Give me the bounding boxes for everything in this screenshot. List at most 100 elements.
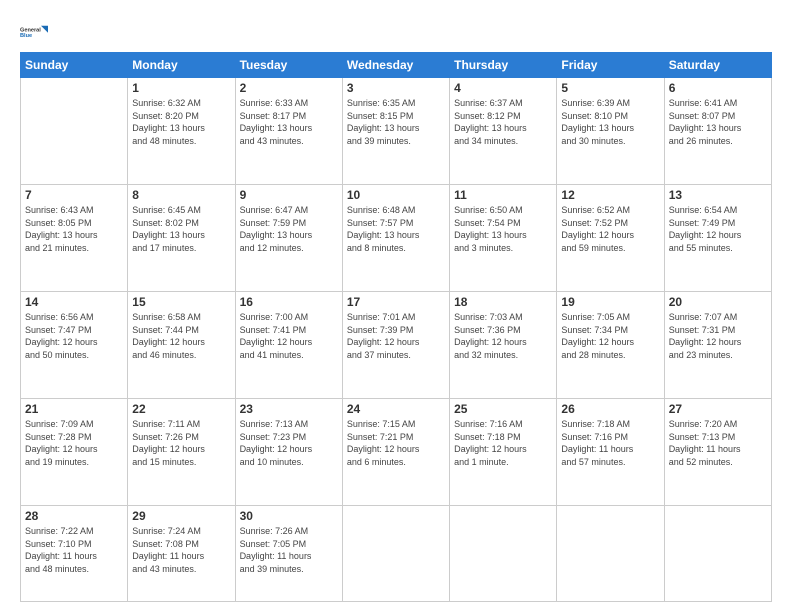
calendar-cell: 8 Sunrise: 6:45 AMSunset: 8:02 PMDaylight… bbox=[128, 185, 235, 292]
day-number: 16 bbox=[240, 295, 338, 309]
day-info: Sunrise: 7:18 AMSunset: 7:16 PMDaylight:… bbox=[561, 418, 659, 468]
week-row-4: 21 Sunrise: 7:09 AMSunset: 7:28 PMDayligh… bbox=[21, 399, 772, 506]
day-number: 3 bbox=[347, 81, 445, 95]
calendar-cell: 6 Sunrise: 6:41 AMSunset: 8:07 PMDaylight… bbox=[664, 78, 771, 185]
calendar-cell: 27 Sunrise: 7:20 AMSunset: 7:13 PMDayligh… bbox=[664, 399, 771, 506]
calendar-cell: 23 Sunrise: 7:13 AMSunset: 7:23 PMDayligh… bbox=[235, 399, 342, 506]
day-number: 24 bbox=[347, 402, 445, 416]
calendar-cell: 1 Sunrise: 6:32 AMSunset: 8:20 PMDaylight… bbox=[128, 78, 235, 185]
calendar-cell: 15 Sunrise: 6:58 AMSunset: 7:44 PMDayligh… bbox=[128, 292, 235, 399]
calendar-cell bbox=[342, 506, 449, 602]
day-number: 10 bbox=[347, 188, 445, 202]
day-number: 17 bbox=[347, 295, 445, 309]
calendar-cell: 30Sunrise: 7:26 AMSunset: 7:05 PMDayligh… bbox=[235, 506, 342, 602]
calendar-cell: 14 Sunrise: 6:56 AMSunset: 7:47 PMDayligh… bbox=[21, 292, 128, 399]
week-row-5: 28 Sunrise: 7:22 AMSunset: 7:10 PMDayligh… bbox=[21, 506, 772, 602]
calendar-cell: 12Sunrise: 6:52 AMSunset: 7:52 PMDayligh… bbox=[557, 185, 664, 292]
day-info: Sunrise: 7:09 AMSunset: 7:28 PMDaylight:… bbox=[25, 418, 123, 468]
day-info: Sunrise: 7:24 AMSunset: 7:08 PMDaylight:… bbox=[132, 525, 230, 575]
calendar-cell: 10 Sunrise: 6:48 AMSunset: 7:57 PMDayligh… bbox=[342, 185, 449, 292]
calendar-cell: 28 Sunrise: 7:22 AMSunset: 7:10 PMDayligh… bbox=[21, 506, 128, 602]
day-info: Sunrise: 7:00 AMSunset: 7:41 PMDaylight:… bbox=[240, 311, 338, 361]
day-number: 25 bbox=[454, 402, 552, 416]
calendar-cell: 2Sunrise: 6:33 AMSunset: 8:17 PMDaylight… bbox=[235, 78, 342, 185]
svg-text:General: General bbox=[20, 27, 41, 33]
header: GeneralBlue bbox=[20, 18, 772, 46]
calendar-cell: 26 Sunrise: 7:18 AMSunset: 7:16 PMDayligh… bbox=[557, 399, 664, 506]
day-info: Sunrise: 6:56 AMSunset: 7:47 PMDaylight:… bbox=[25, 311, 123, 361]
day-number: 11 bbox=[454, 188, 552, 202]
day-number: 15 bbox=[132, 295, 230, 309]
day-number: 4 bbox=[454, 81, 552, 95]
calendar-cell: 24Sunrise: 7:15 AMSunset: 7:21 PMDayligh… bbox=[342, 399, 449, 506]
day-number: 5 bbox=[561, 81, 659, 95]
calendar-cell: 29 Sunrise: 7:24 AMSunset: 7:08 PMDayligh… bbox=[128, 506, 235, 602]
day-info: Sunrise: 7:13 AMSunset: 7:23 PMDaylight:… bbox=[240, 418, 338, 468]
calendar-cell: 11Sunrise: 6:50 AMSunset: 7:54 PMDayligh… bbox=[450, 185, 557, 292]
header-tuesday: Tuesday bbox=[235, 53, 342, 78]
calendar-cell: 17 Sunrise: 7:01 AMSunset: 7:39 PMDayligh… bbox=[342, 292, 449, 399]
day-number: 8 bbox=[132, 188, 230, 202]
day-info: Sunrise: 6:48 AMSunset: 7:57 PMDaylight:… bbox=[347, 204, 445, 254]
day-number: 6 bbox=[669, 81, 767, 95]
calendar-cell: 19Sunrise: 7:05 AMSunset: 7:34 PMDayligh… bbox=[557, 292, 664, 399]
day-number: 13 bbox=[669, 188, 767, 202]
week-row-2: 7 Sunrise: 6:43 AMSunset: 8:05 PMDaylight… bbox=[21, 185, 772, 292]
day-info: Sunrise: 7:20 AMSunset: 7:13 PMDaylight:… bbox=[669, 418, 767, 468]
calendar-cell: 20 Sunrise: 7:07 AMSunset: 7:31 PMDayligh… bbox=[664, 292, 771, 399]
day-number: 7 bbox=[25, 188, 123, 202]
week-row-3: 14 Sunrise: 6:56 AMSunset: 7:47 PMDayligh… bbox=[21, 292, 772, 399]
day-number: 29 bbox=[132, 509, 230, 523]
day-info: Sunrise: 7:01 AMSunset: 7:39 PMDaylight:… bbox=[347, 311, 445, 361]
day-info: Sunrise: 6:39 AMSunset: 8:10 PMDaylight:… bbox=[561, 97, 659, 147]
logo-icon: GeneralBlue bbox=[20, 18, 48, 46]
day-number: 21 bbox=[25, 402, 123, 416]
header-sunday: Sunday bbox=[21, 53, 128, 78]
logo: GeneralBlue bbox=[20, 18, 48, 46]
day-info: Sunrise: 7:26 AMSunset: 7:05 PMDaylight:… bbox=[240, 525, 338, 575]
day-number: 20 bbox=[669, 295, 767, 309]
calendar-cell: 5 Sunrise: 6:39 AMSunset: 8:10 PMDaylight… bbox=[557, 78, 664, 185]
day-number: 28 bbox=[25, 509, 123, 523]
day-info: Sunrise: 6:33 AMSunset: 8:17 PMDaylight:… bbox=[240, 97, 338, 147]
svg-text:Blue: Blue bbox=[20, 33, 32, 39]
calendar-cell: 13 Sunrise: 6:54 AMSunset: 7:49 PMDayligh… bbox=[664, 185, 771, 292]
header-saturday: Saturday bbox=[664, 53, 771, 78]
calendar-table: Sunday Monday Tuesday Wednesday Thursday… bbox=[20, 52, 772, 602]
day-info: Sunrise: 6:37 AMSunset: 8:12 PMDaylight:… bbox=[454, 97, 552, 147]
day-number: 19 bbox=[561, 295, 659, 309]
day-number: 22 bbox=[132, 402, 230, 416]
day-info: Sunrise: 6:41 AMSunset: 8:07 PMDaylight:… bbox=[669, 97, 767, 147]
calendar-cell: 25Sunrise: 7:16 AMSunset: 7:18 PMDayligh… bbox=[450, 399, 557, 506]
weekday-header-row: Sunday Monday Tuesday Wednesday Thursday… bbox=[21, 53, 772, 78]
day-info: Sunrise: 7:22 AMSunset: 7:10 PMDaylight:… bbox=[25, 525, 123, 575]
calendar-cell: 18 Sunrise: 7:03 AMSunset: 7:36 PMDayligh… bbox=[450, 292, 557, 399]
day-number: 12 bbox=[561, 188, 659, 202]
calendar-cell: 9Sunrise: 6:47 AMSunset: 7:59 PMDaylight… bbox=[235, 185, 342, 292]
day-number: 27 bbox=[669, 402, 767, 416]
day-info: Sunrise: 7:03 AMSunset: 7:36 PMDaylight:… bbox=[454, 311, 552, 361]
day-info: Sunrise: 7:07 AMSunset: 7:31 PMDaylight:… bbox=[669, 311, 767, 361]
day-number: 18 bbox=[454, 295, 552, 309]
day-info: Sunrise: 6:58 AMSunset: 7:44 PMDaylight:… bbox=[132, 311, 230, 361]
week-row-1: 1 Sunrise: 6:32 AMSunset: 8:20 PMDaylight… bbox=[21, 78, 772, 185]
header-wednesday: Wednesday bbox=[342, 53, 449, 78]
day-number: 1 bbox=[132, 81, 230, 95]
day-number: 26 bbox=[561, 402, 659, 416]
calendar-cell: 16 Sunrise: 7:00 AMSunset: 7:41 PMDayligh… bbox=[235, 292, 342, 399]
day-number: 9 bbox=[240, 188, 338, 202]
calendar-cell bbox=[450, 506, 557, 602]
calendar-cell: 7 Sunrise: 6:43 AMSunset: 8:05 PMDaylight… bbox=[21, 185, 128, 292]
calendar-cell bbox=[21, 78, 128, 185]
day-info: Sunrise: 6:54 AMSunset: 7:49 PMDaylight:… bbox=[669, 204, 767, 254]
page: GeneralBlue Sunday Monday Tuesday Wednes… bbox=[0, 0, 792, 612]
calendar-cell: 21 Sunrise: 7:09 AMSunset: 7:28 PMDayligh… bbox=[21, 399, 128, 506]
calendar-cell bbox=[557, 506, 664, 602]
day-number: 14 bbox=[25, 295, 123, 309]
calendar-cell: 3Sunrise: 6:35 AMSunset: 8:15 PMDaylight… bbox=[342, 78, 449, 185]
day-info: Sunrise: 6:32 AMSunset: 8:20 PMDaylight:… bbox=[132, 97, 230, 147]
calendar-cell: 4 Sunrise: 6:37 AMSunset: 8:12 PMDaylight… bbox=[450, 78, 557, 185]
day-number: 23 bbox=[240, 402, 338, 416]
day-info: Sunrise: 6:43 AMSunset: 8:05 PMDaylight:… bbox=[25, 204, 123, 254]
day-info: Sunrise: 6:45 AMSunset: 8:02 PMDaylight:… bbox=[132, 204, 230, 254]
